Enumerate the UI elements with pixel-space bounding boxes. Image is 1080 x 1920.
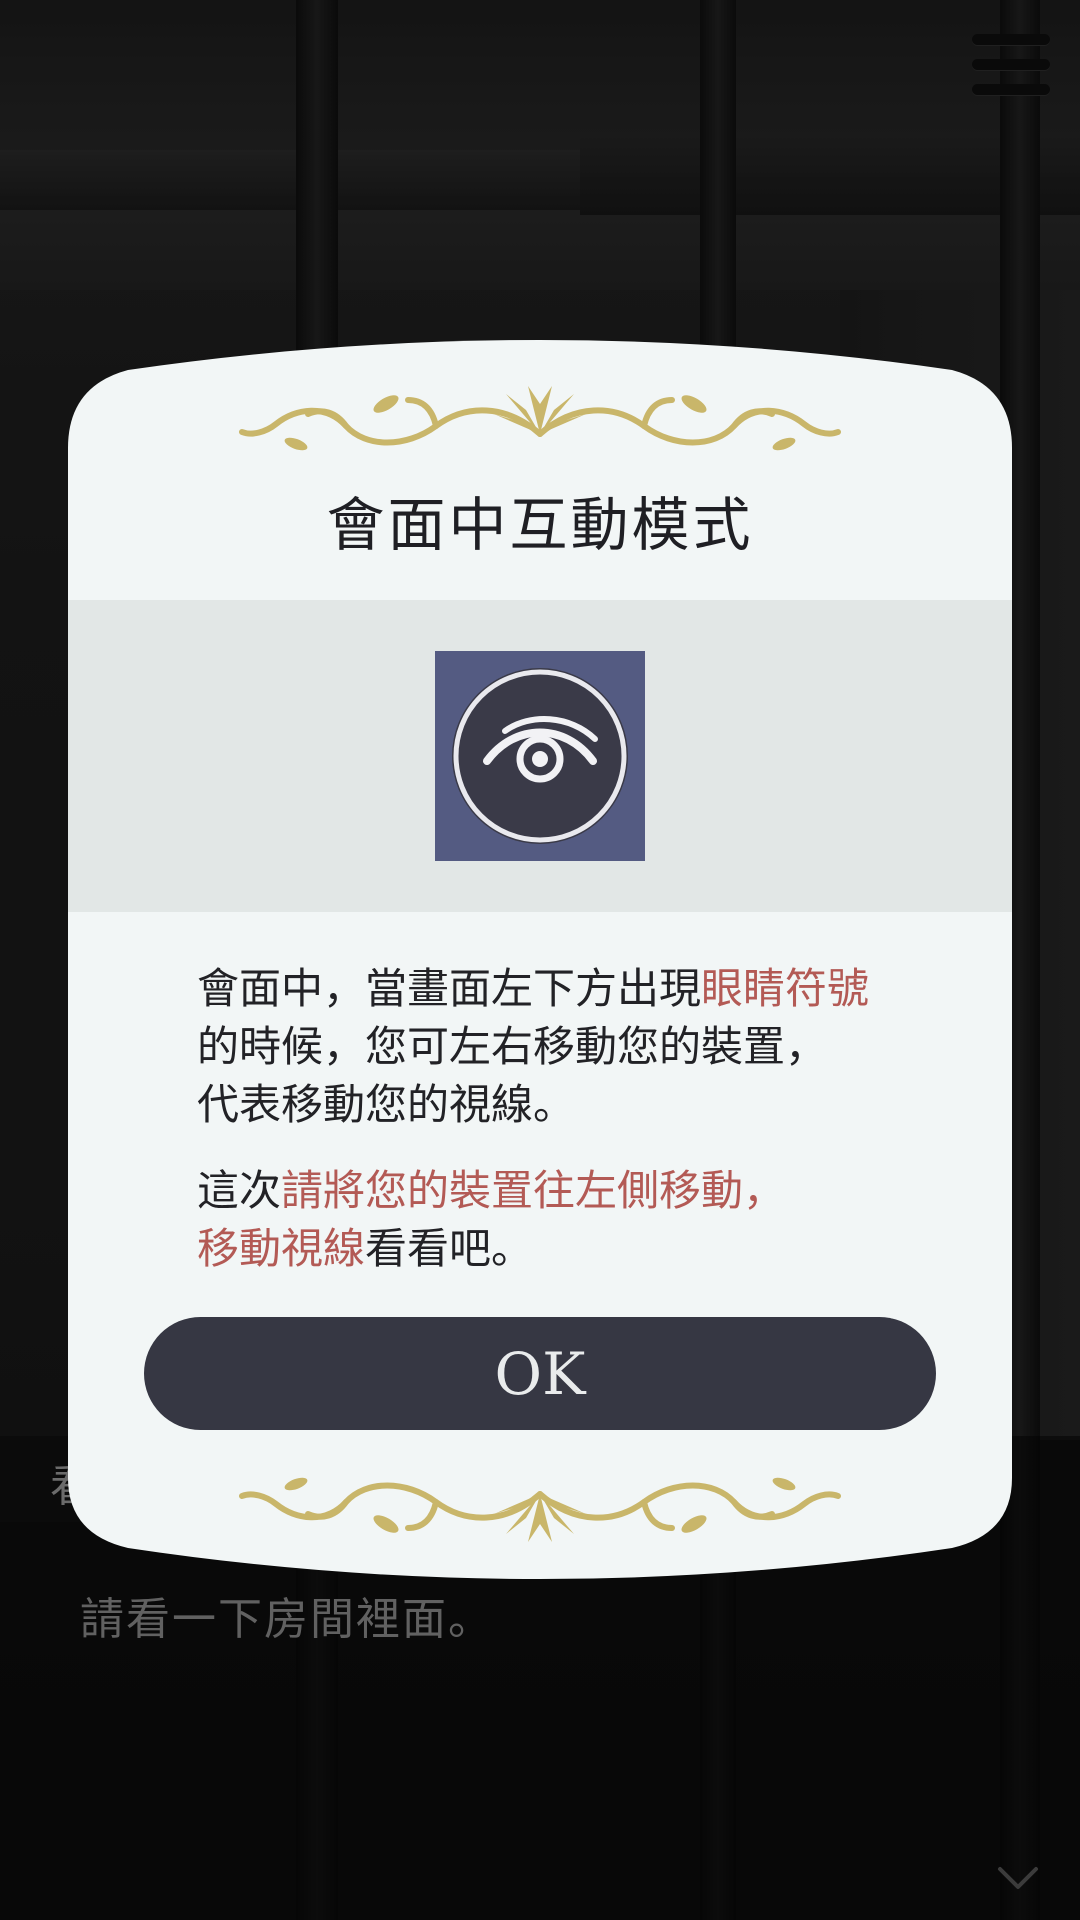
highlight-text: 請將您的裝置往左側移動， bbox=[281, 1166, 786, 1215]
instruction-paragraph: 這次請將您的裝置往左側移動， 移動視線看看吧。 bbox=[197, 1162, 917, 1278]
text-segment: 看看吧。 bbox=[365, 1224, 534, 1273]
eye-icon bbox=[452, 668, 628, 844]
eye-symbol-tile bbox=[435, 651, 645, 861]
text-line: 的時候，您可左右移動您的裝置， bbox=[197, 1022, 828, 1071]
instruction-paragraph: 會面中，當畫面左下方出現眼睛符號 的時候，您可左右移動您的裝置， 代表移動您的視… bbox=[197, 960, 917, 1134]
ornament-flourish-icon bbox=[239, 1477, 841, 1542]
modal-title: 會面中互動模式 bbox=[326, 491, 754, 559]
text-line: 代表移動您的視線。 bbox=[197, 1080, 576, 1129]
text-segment: 這次 bbox=[197, 1166, 282, 1215]
ornament-flourish-icon bbox=[239, 386, 841, 451]
highlight-text: 眼睛符號 bbox=[701, 964, 870, 1013]
ok-button[interactable]: OK bbox=[144, 1317, 936, 1430]
tutorial-modal: 會面中互動模式 會面中，當畫面左下方出現眼睛符號 的時候，您可左右移動您的裝置，… bbox=[68, 330, 1012, 1590]
text-segment: 會面中，當畫面左下方出現 bbox=[197, 964, 702, 1013]
highlight-text: 移動視線 bbox=[197, 1224, 366, 1273]
